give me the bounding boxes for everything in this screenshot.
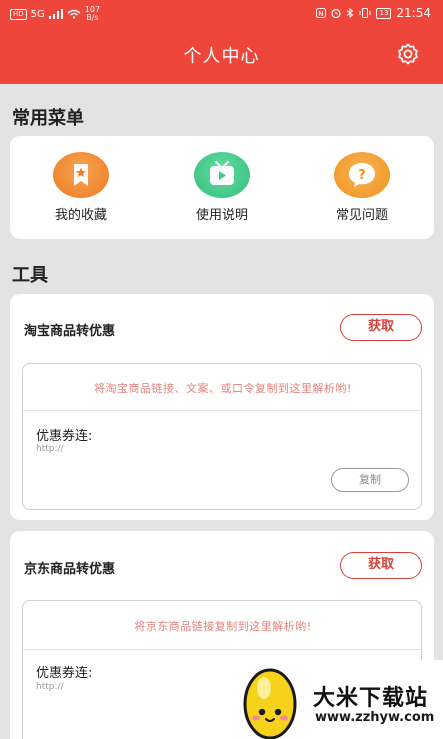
network-speed: 107 B/s <box>84 5 101 22</box>
coupon-link-label: 优惠券连: <box>36 429 93 444</box>
tv-play-icon <box>194 152 250 198</box>
clock: 21:54 <box>396 6 431 20</box>
taobao-get-button[interactable]: 获取 <box>340 314 422 341</box>
tools-section-title: 工具 <box>12 265 48 286</box>
svg-text:?: ? <box>358 168 366 183</box>
menu-item-instructions[interactable]: 使用说明 <box>167 152 277 223</box>
page-title: 个人中心 <box>183 46 260 67</box>
divider <box>23 410 421 411</box>
site-watermark: 大米下载站 www.zzhyw.com <box>243 660 443 739</box>
menu-item-faq[interactable]: ? 常见问题 <box>307 152 417 223</box>
alarm-icon <box>331 8 342 18</box>
menu-item-label: 我的收藏 <box>54 208 107 223</box>
jd-card-title: 京东商品转优惠 <box>24 562 116 577</box>
taobao-card-title: 淘宝商品转优惠 <box>24 324 116 339</box>
menu-item-label: 使用说明 <box>195 208 248 223</box>
question-bubble-icon: ? <box>334 152 390 198</box>
coupon-link-value: http:// <box>36 682 64 692</box>
menu-card: 我的收藏 使用说明 ? 常见问题 <box>10 136 434 239</box>
mascot-logo-icon <box>243 668 297 739</box>
battery-level: 13 <box>376 7 392 19</box>
coupon-link-label: 优惠券连: <box>36 666 93 681</box>
jd-link-input[interactable]: 将京东商品链接复制到这里解析哟! <box>23 618 421 634</box>
signal-indicator: 5G <box>30 8 45 20</box>
svg-text:N: N <box>319 10 324 18</box>
taobao-link-input[interactable]: 将淘宝商品链接、文案、或口令复制到这里解析哟! <box>23 380 421 396</box>
watermark-name: 大米下载站 <box>313 686 429 711</box>
menu-section-title: 常用菜单 <box>12 108 84 129</box>
coupon-link-value: http:// <box>36 444 64 454</box>
nfc-icon: N <box>316 8 327 18</box>
app-header: HD 5G 107 B/s N 13 21:54 个人中心 <box>0 0 443 84</box>
gear-icon[interactable] <box>395 41 421 67</box>
divider <box>23 649 421 650</box>
hd-badge: HD <box>10 8 27 20</box>
vibrate-icon <box>359 8 371 18</box>
taobao-coupon-card: 淘宝商品转优惠 获取 将淘宝商品链接、文案、或口令复制到这里解析哟! 优惠券连:… <box>10 294 434 520</box>
taobao-parse-box: 将淘宝商品链接、文案、或口令复制到这里解析哟! 优惠券连: http:// 复制 <box>22 363 422 510</box>
copy-button[interactable]: 复制 <box>331 468 409 492</box>
star-bookmark-icon <box>53 152 109 198</box>
signal-bars-icon <box>48 9 63 19</box>
bluetooth-icon <box>347 8 354 18</box>
wifi-icon <box>67 9 81 19</box>
menu-item-favorites[interactable]: 我的收藏 <box>26 152 136 223</box>
watermark-url: www.zzhyw.com <box>315 710 435 725</box>
menu-item-label: 常见问题 <box>335 208 388 223</box>
jd-get-button[interactable]: 获取 <box>340 552 422 579</box>
status-bar: HD 5G 107 B/s N 13 21:54 <box>0 4 443 22</box>
